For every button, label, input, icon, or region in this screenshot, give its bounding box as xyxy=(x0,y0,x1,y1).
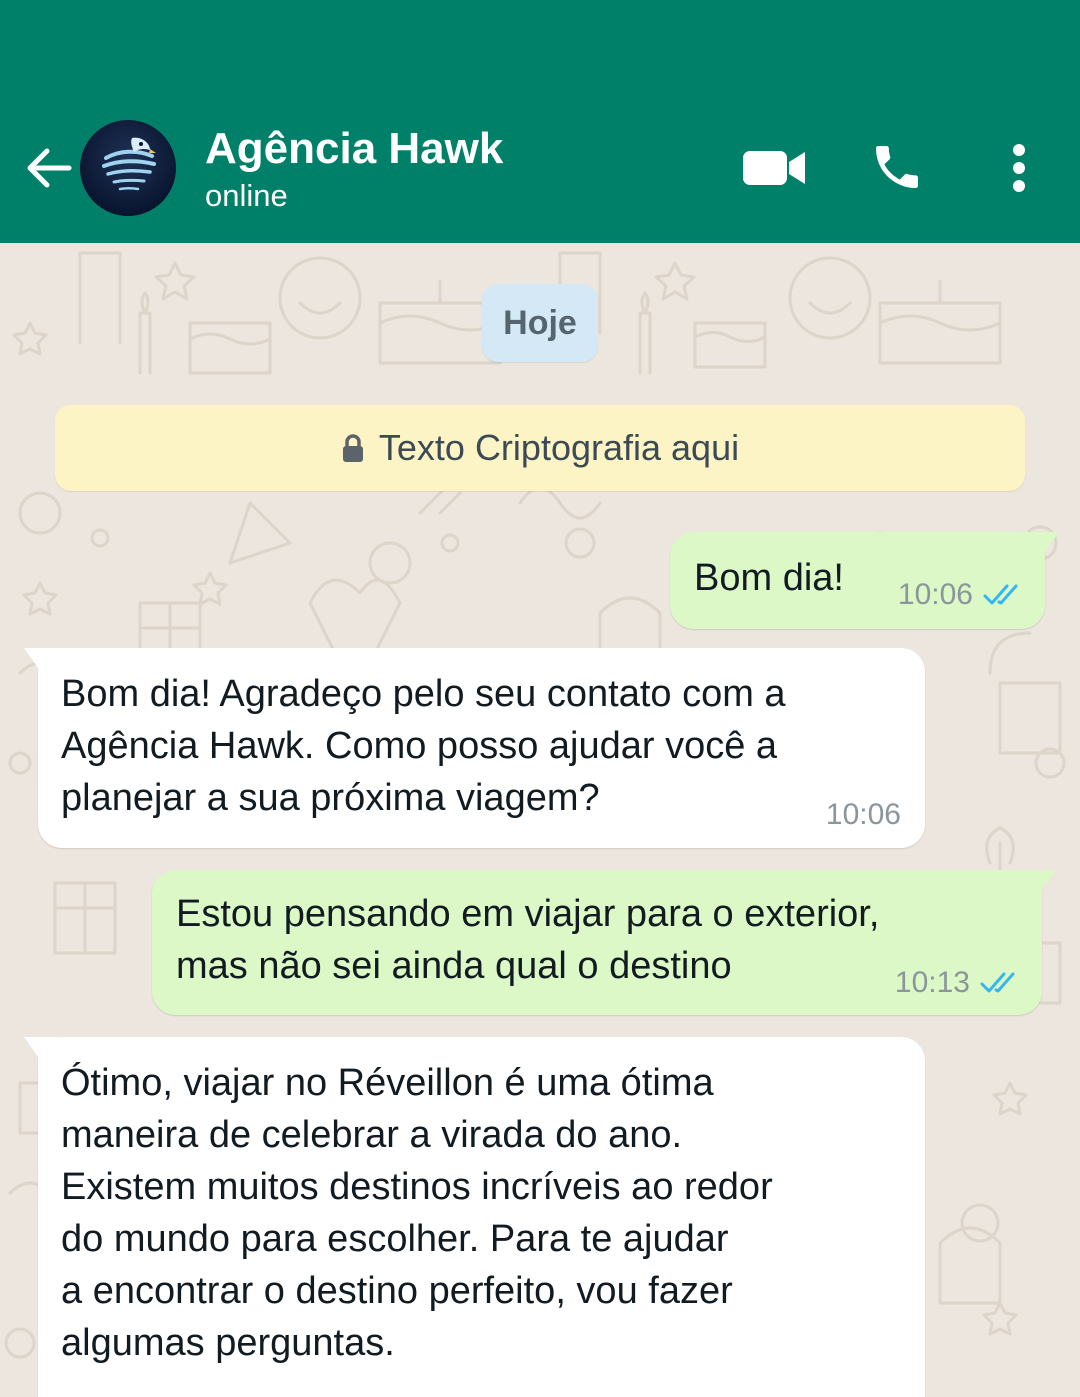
encryption-notice-text: Texto Criptografia aqui xyxy=(378,427,740,468)
bubble-tail xyxy=(24,1037,58,1065)
video-call-button[interactable] xyxy=(738,140,812,196)
date-label: Hoje xyxy=(482,284,598,362)
message-meta: 10:06 xyxy=(898,578,1023,612)
message-time: 10:06 xyxy=(897,578,973,611)
outgoing-message[interactable]: Estou pensando em viajar para o exterior… xyxy=(152,870,1056,1015)
lock-icon xyxy=(342,434,363,462)
more-options-button[interactable] xyxy=(996,136,1042,200)
message-time: 10:06 xyxy=(825,798,901,831)
bubble-tail xyxy=(1025,532,1059,560)
chat-header: Agência Hawk online xyxy=(0,0,1080,243)
voice-call-button[interactable] xyxy=(862,134,932,200)
double-check-icon xyxy=(983,584,1018,605)
back-button[interactable] xyxy=(20,140,76,196)
bubble-tail xyxy=(1022,870,1056,898)
message-meta: 10:13 xyxy=(895,966,1020,1000)
contact-status: online xyxy=(205,178,288,213)
contact-name[interactable]: Agência Hawk xyxy=(205,124,503,174)
double-check-icon xyxy=(980,972,1015,993)
more-vertical-icon xyxy=(1013,144,1025,192)
bubble-tail xyxy=(24,648,58,676)
hawk-logo-icon xyxy=(102,137,156,191)
outgoing-message[interactable]: Bom dia! 10:06 xyxy=(670,532,1059,629)
message-text: Estou pensando em viajar para o exterior… xyxy=(176,893,880,987)
phone-icon xyxy=(876,146,918,188)
message-text: Ótimo, viajar no Réveillon é uma ótima m… xyxy=(61,1062,773,1364)
back-arrow-icon xyxy=(27,148,72,188)
video-camera-icon xyxy=(743,151,805,185)
message-text: Bom dia! Agradeço pelo seu contato com a… xyxy=(61,673,786,819)
incoming-message[interactable]: Bom dia! Agradeço pelo seu contato com a… xyxy=(24,648,925,848)
message-time: 10:13 xyxy=(894,966,970,999)
message-text: Bom dia! xyxy=(694,557,844,599)
chat-area[interactable]: Hoje Texto Criptografia aqui Bom dia! 10… xyxy=(0,243,1080,1397)
incoming-message[interactable]: Ótimo, viajar no Réveillon é uma ótima m… xyxy=(24,1037,925,1397)
message-meta: 10:06 xyxy=(826,798,901,832)
avatar[interactable] xyxy=(80,120,176,216)
encryption-notice[interactable]: Texto Criptografia aqui xyxy=(55,405,1025,491)
